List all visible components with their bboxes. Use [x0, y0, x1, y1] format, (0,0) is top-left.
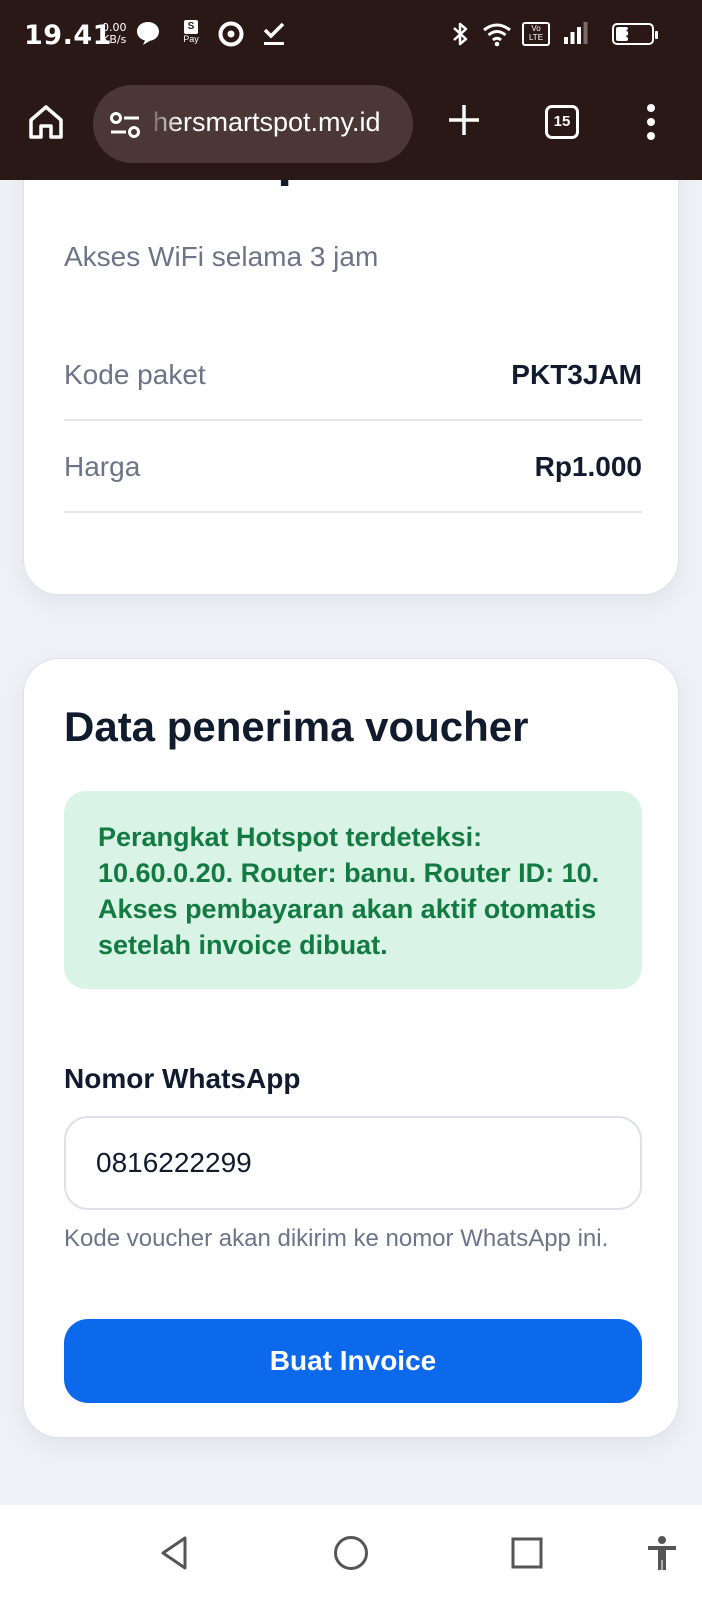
- package-code-label: Kode paket: [64, 359, 206, 390]
- status-bar: 19.41 0.00 KB/s S Pay Vo LTE 34: [0, 0, 702, 70]
- hotspot-notice: Perangkat Hotspot terdeteksi: 10.60.0.20…: [64, 791, 642, 989]
- package-price-value: Rp1.000: [534, 451, 642, 482]
- browser-toolbar: hersmartspot.my.id 15: [0, 70, 702, 180]
- whatsapp-help-text: Kode voucher akan dikirim ke nomor Whats…: [64, 1225, 609, 1252]
- package-price-label: Harga: [64, 451, 141, 482]
- package-price-row: Harga Rp1.000: [64, 421, 642, 513]
- pay-label: Pay: [183, 34, 199, 44]
- tab-switcher-icon[interactable]: 15: [545, 105, 579, 139]
- signal-icon: [564, 22, 588, 44]
- package-code-value: PKT3JAM: [511, 359, 642, 390]
- pay-icon: S Pay: [180, 20, 202, 48]
- url-text[interactable]: hersmartspot.my.id: [153, 107, 381, 138]
- package-card: 10/10Mbps Akses WiFi selama 3 jam Kode p…: [23, 180, 679, 595]
- volte-icon: Vo LTE: [522, 22, 550, 46]
- battery-icon: 34: [612, 23, 658, 45]
- system-nav-bar: [0, 1505, 702, 1600]
- recents-square-icon[interactable]: [507, 1533, 547, 1573]
- battery-label: 34: [625, 26, 641, 41]
- whatsapp-number-input[interactable]: [64, 1116, 642, 1210]
- home-icon[interactable]: [26, 102, 66, 142]
- package-code-row: Kode paket PKT3JAM: [64, 329, 642, 421]
- accessibility-icon[interactable]: [642, 1533, 682, 1573]
- tune-icon[interactable]: [109, 111, 141, 139]
- net-speed-indicator: 0.00 KB/s: [102, 22, 127, 46]
- lte-label: LTE: [528, 33, 544, 42]
- recipient-card: Data penerima voucher Perangkat Hotspot …: [23, 658, 679, 1438]
- chat-bubble-icon: [137, 22, 159, 45]
- plus-icon[interactable]: [446, 102, 482, 138]
- package-description: Akses WiFi selama 3 jam: [64, 241, 379, 272]
- more-vert-icon[interactable]: [645, 104, 657, 144]
- address-bar[interactable]: hersmartspot.my.id: [93, 85, 413, 163]
- bluetooth-icon: [453, 22, 468, 46]
- status-time: 19.41: [24, 20, 112, 51]
- whatsapp-label: Nomor WhatsApp: [64, 1063, 301, 1094]
- download-check-icon: [263, 22, 285, 45]
- wifi-icon: [483, 23, 511, 47]
- circle-app-icon: [218, 21, 244, 47]
- page-content: 10/10Mbps Akses WiFi selama 3 jam Kode p…: [0, 180, 702, 1505]
- package-name: 10/10Mbps: [64, 180, 340, 188]
- home-circle-icon[interactable]: [331, 1533, 371, 1573]
- back-triangle-icon[interactable]: [155, 1533, 195, 1573]
- net-speed-unit: KB/s: [102, 33, 127, 46]
- url-fade: [145, 85, 179, 163]
- create-invoice-button[interactable]: Buat Invoice: [64, 1319, 642, 1403]
- recipient-section-title: Data penerima voucher: [64, 703, 529, 750]
